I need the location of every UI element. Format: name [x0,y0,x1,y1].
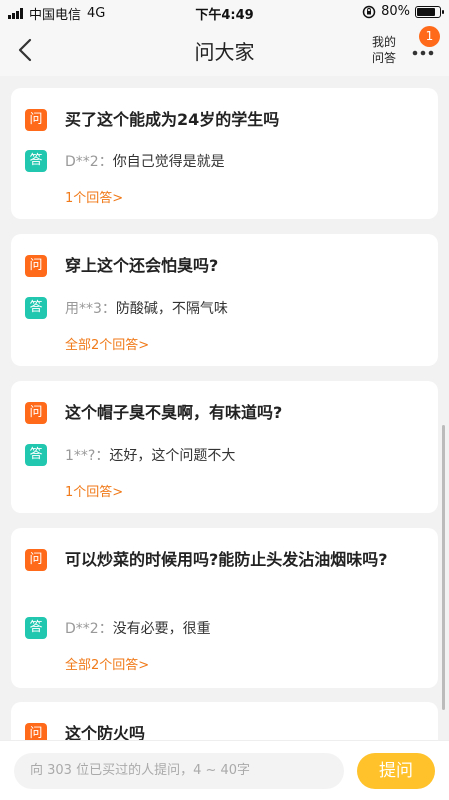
answer-user: 用**3： [65,301,116,317]
scrollbar[interactable] [442,425,445,710]
answer-text: 你自己觉得是就是 [112,154,225,170]
status-bar: 中国电信 4G 下午4:49 80% [0,0,449,24]
answer-row: 答 D**2： 没有必要，很重 [25,617,211,639]
question-row: 问 可以炒菜的时候用吗?能防止头发沾油烟味吗? [25,549,420,574]
battery-icon [415,5,444,18]
view-answers-link[interactable]: 1个回答> [65,187,123,206]
ask-button[interactable]: 提问 [357,753,435,789]
question-tag: 问 [25,549,47,571]
my-answers-label-line2: 问答 [371,51,396,65]
question-row: 问 这个帽子臭不臭啊，有味道吗? [25,402,420,427]
question-tag: 问 [25,109,47,131]
question-row: 问 穿上这个还会怕臭吗? [25,255,420,280]
answer-row: 答 1**?： 还好，这个问题不大 [25,444,235,466]
rotation-lock-icon [362,5,376,18]
answer-tag: 答 [25,617,47,639]
ask-question-input[interactable]: 向 303 位已买过的人提问，4 ~ 40字 [14,753,344,789]
question-title: 穿上这个还会怕臭吗? [65,256,219,275]
notification-badge: 1 [419,26,440,47]
view-answers-link[interactable]: 全部2个回答> [65,654,149,673]
answer-row: 答 D**2： 你自己觉得是就是 [25,150,225,172]
answer-text: 防酸碱，不隔气味 [115,301,228,317]
answer-tag: 答 [25,444,47,466]
view-answers-link[interactable]: 全部2个回答> [65,334,149,353]
answer-user: D**2： [65,621,113,637]
question-title: 可以炒菜的时候用吗?能防止头发沾油烟味吗? [65,550,388,569]
question-card[interactable]: 问 穿上这个还会怕臭吗? 答 用**3： 防酸碱，不隔气味 全部2个回答> [11,234,438,366]
view-answers-link[interactable]: 1个回答> [65,481,123,500]
question-tag: 问 [25,402,47,424]
question-row: 问 买了这个能成为24岁的学生吗 [25,109,420,134]
battery-percent: 80% [381,4,410,19]
answer-tag: 答 [25,150,47,172]
answer-text: 没有必要，很重 [112,621,211,637]
my-answers-label-line1: 我的 [371,35,396,49]
status-right: 80% [362,4,444,19]
question-card[interactable]: 问 可以炒菜的时候用吗?能防止头发沾油烟味吗? 答 D**2： 没有必要，很重 … [11,528,438,688]
question-title: 这个帽子臭不臭啊，有味道吗? [65,403,283,422]
my-answers-button[interactable]: 我的 问答 [366,34,402,66]
answer-user: D**2： [65,154,113,170]
question-title: 买了这个能成为24岁的学生吗 [65,110,280,129]
question-tag: 问 [25,255,47,277]
answer-text: 还好，这个问题不大 [109,448,236,464]
answer-row: 答 用**3： 防酸碱，不隔气味 [25,297,228,319]
question-card[interactable]: 问 买了这个能成为24岁的学生吗 答 D**2： 你自己觉得是就是 1个回答> [11,88,438,219]
question-card[interactable]: 问 这个帽子臭不臭啊，有味道吗? 答 1**?： 还好，这个问题不大 1个回答> [11,381,438,513]
ask-bar: 向 303 位已买过的人提问，4 ~ 40字 提问 [0,740,449,800]
nav-bar: 问大家 我的 问答 1 [0,24,449,76]
answer-tag: 答 [25,297,47,319]
answer-user: 1**?： [65,448,110,464]
